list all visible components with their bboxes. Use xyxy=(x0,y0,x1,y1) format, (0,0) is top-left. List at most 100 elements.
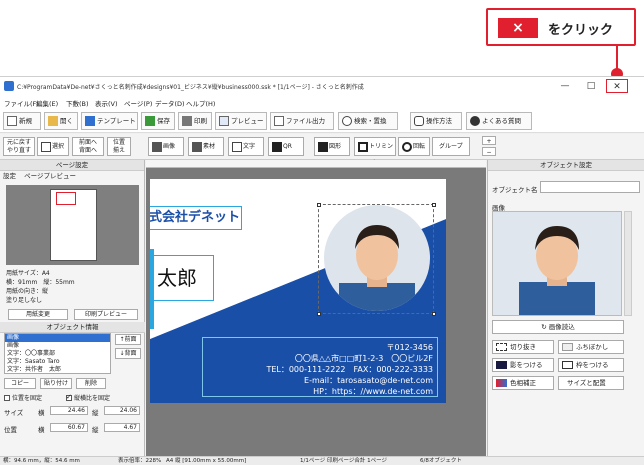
print-button[interactable]: 印刷 xyxy=(178,112,212,130)
company-name[interactable]: 式会社デネット xyxy=(150,206,242,230)
shadow-button[interactable]: 影をつける xyxy=(492,358,554,372)
menu-edit[interactable]: 編集(E) xyxy=(36,98,58,108)
group-button[interactable]: グループ xyxy=(432,137,470,156)
list-item[interactable]: 文字：共作者 太郎 xyxy=(5,366,110,373)
cutout-button[interactable]: 切り抜き xyxy=(492,340,554,354)
cursor-icon xyxy=(41,142,51,152)
size-height-input[interactable]: 24.06 xyxy=(104,406,140,415)
print-icon xyxy=(182,116,192,126)
app-icon xyxy=(4,81,14,91)
search-replace-button[interactable]: 検索・置換 xyxy=(338,112,398,130)
size-h-label: 縦 xyxy=(92,409,99,417)
menu-help[interactable]: ヘルプ(H) xyxy=(186,98,215,108)
text-tool-button[interactable]: 文字 xyxy=(228,137,264,156)
preview-sheet xyxy=(50,189,97,261)
callout-box: × をクリック xyxy=(486,8,636,46)
cutout-icon xyxy=(496,343,507,351)
open-button[interactable]: 開く xyxy=(44,112,78,130)
page-tabs: 設定 ページプレビュー xyxy=(0,171,144,182)
menu-page[interactable]: ページ(P) xyxy=(124,98,152,108)
color-icon xyxy=(496,379,507,387)
tab-page-preview[interactable]: ページプレビュー xyxy=(24,172,76,180)
menu-underlay[interactable]: 下敷(B) xyxy=(66,98,89,108)
keep-ratio-checkbox[interactable]: 縦横比を固定 xyxy=(66,393,110,402)
object-settings-header: オブジェクト設定 xyxy=(488,160,644,171)
resize-handle[interactable] xyxy=(317,312,321,316)
load-image-button[interactable]: ↻ 画像読込 xyxy=(492,320,624,334)
file-output-button[interactable]: ファイル出力 xyxy=(270,112,334,130)
top-ruler xyxy=(146,160,486,168)
shape-tool-button[interactable]: 図形 xyxy=(314,137,350,156)
trim-tool-button[interactable]: トリミング xyxy=(354,137,396,167)
save-button[interactable]: 保存 xyxy=(141,112,175,130)
copy-button[interactable]: コピー xyxy=(4,378,36,389)
order-button[interactable]: 前面へ 背面へ xyxy=(72,137,104,156)
preview-scrollbar[interactable] xyxy=(624,211,632,316)
maximize-button[interactable]: □ xyxy=(580,79,602,93)
paste-button[interactable]: 貼り付け xyxy=(40,378,72,389)
zoom-in-button[interactable]: + xyxy=(482,136,496,145)
checkbox-checked-icon xyxy=(66,393,72,401)
bring-front-button[interactable]: ↑前面 xyxy=(115,334,141,345)
tab-settings[interactable]: 設定 xyxy=(3,172,16,180)
status-bar: 横：94.6 mm，縦：54.6 mm 表示倍率：228% A4 縦 [91.0… xyxy=(0,456,644,465)
object-name-input[interactable] xyxy=(540,181,640,193)
list-item[interactable]: 画像 xyxy=(5,334,110,342)
resize-handle[interactable] xyxy=(317,203,321,207)
print-preview-button[interactable]: 印刷プレビュー xyxy=(74,309,138,320)
list-item[interactable]: 文字：〇〇事業部 xyxy=(5,350,110,358)
qr-icon xyxy=(272,142,282,152)
orientation-text: 用紙の向き：縦 xyxy=(6,288,49,295)
list-item[interactable]: 画像 xyxy=(5,342,110,350)
image-icon xyxy=(152,142,162,152)
undo-redo-button[interactable]: 元に戻す やり直す xyxy=(3,137,35,156)
faq-button[interactable]: よくある質問 xyxy=(466,112,532,130)
list-item[interactable]: 文字：Sasato Taro xyxy=(5,358,110,366)
fix-position-checkbox[interactable]: 位置を固定 xyxy=(4,393,42,402)
qr-tool-button[interactable]: QR xyxy=(268,137,304,156)
page-preview[interactable] xyxy=(6,185,139,265)
preview-button[interactable]: プレビュー xyxy=(215,112,267,130)
position-x-input[interactable]: 60.67 xyxy=(50,423,88,432)
object-list[interactable]: 画像 画像 文字：〇〇事業部 文字：Sasato Taro 文字：共作者 太郎 xyxy=(4,333,111,374)
material-tool-button[interactable]: 素材 xyxy=(188,137,224,156)
image-tool-button[interactable]: 画像 xyxy=(148,137,184,156)
menu-data[interactable]: データ(D) xyxy=(155,98,185,108)
minimize-button[interactable]: — xyxy=(554,79,576,93)
shape-icon xyxy=(318,142,328,152)
photo-selection[interactable] xyxy=(317,203,436,316)
menu-view[interactable]: 表示(V) xyxy=(95,98,118,108)
status-dims: 横：94.6 mm，縦：54.6 mm xyxy=(3,458,80,464)
resize-handle[interactable] xyxy=(432,203,436,207)
frame-button[interactable]: 枠をつける xyxy=(558,358,624,372)
color-correct-button[interactable]: 色相補正 xyxy=(492,376,554,390)
object-name-label: オブジェクト名 xyxy=(492,186,538,194)
portrait-thumbnail xyxy=(493,212,621,315)
select-button[interactable]: 選択 xyxy=(37,137,69,156)
business-card[interactable]: 式会社デネット 太郎 〒012-3456 〇〇県△△市□□町1-2-3 〇〇ビル… xyxy=(150,179,446,403)
delete-button[interactable]: 削除 xyxy=(76,378,106,389)
menu-file[interactable]: ファイル(F) xyxy=(4,98,39,108)
image-preview xyxy=(492,211,622,316)
close-button[interactable]: ✕ xyxy=(606,79,628,93)
send-back-button[interactable]: ↓背面 xyxy=(115,348,141,359)
position-y-input[interactable]: 4.67 xyxy=(104,423,140,432)
status-paper: A4 縦 [91.00mm x 55.00mm] xyxy=(166,458,247,464)
new-button[interactable]: 新規 xyxy=(3,112,41,130)
size-width-input[interactable]: 24.46 xyxy=(50,406,88,415)
rotate-icon xyxy=(402,142,412,152)
howto-button[interactable]: 操作方法 xyxy=(410,112,462,130)
size-position-button[interactable]: サイズと配置 xyxy=(558,376,624,390)
blur-edge-button[interactable]: ふちぼかし xyxy=(558,340,624,354)
rotate-tool-button[interactable]: 回転 xyxy=(398,137,430,156)
change-paper-button[interactable]: 用紙変更 xyxy=(8,309,68,320)
resize-handle[interactable] xyxy=(432,312,436,316)
status-page: 1/1ページ 印刷ページ合計 1ページ xyxy=(300,458,388,464)
align-button[interactable]: 位置 揃え xyxy=(107,137,131,156)
template-button[interactable]: テンプレート xyxy=(81,112,138,130)
zoom-out-button[interactable]: − xyxy=(482,147,496,156)
edit-toolbar: 元に戻す やり直す 選択 前面へ 背面へ 位置 揃え 画像 素材 文字 QR 図形 ト… xyxy=(0,134,644,167)
pos-y-label: 縦 xyxy=(92,426,99,434)
person-name[interactable]: 太郎 xyxy=(150,255,214,301)
contact-block[interactable]: 〒012-3456 〇〇県△△市□□町1-2-3 〇〇ビル2F TEL：000-… xyxy=(202,337,438,397)
